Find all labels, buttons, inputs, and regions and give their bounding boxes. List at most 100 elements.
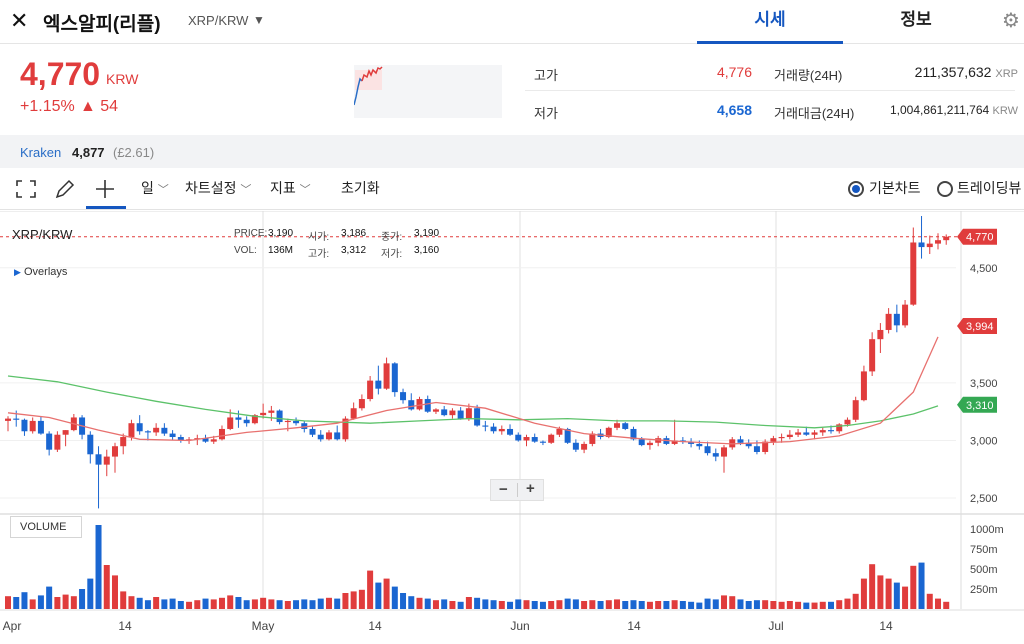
candle-body bbox=[309, 428, 316, 435]
volume-bar bbox=[29, 599, 36, 609]
volume-bar bbox=[103, 565, 110, 609]
chart-symbol: XRP/KRW bbox=[12, 227, 73, 242]
candle-body bbox=[539, 441, 546, 443]
candle-body bbox=[581, 443, 588, 450]
volume-bar bbox=[688, 601, 695, 609]
price-summary: 4,770 KRW +1.15% ▲ 54 고가 4,776 저가 4,658 … bbox=[0, 44, 1024, 134]
overlays-toggle[interactable]: ▶ Overlays bbox=[14, 266, 67, 278]
volume-bar bbox=[350, 591, 357, 609]
time-tick-label: Jul bbox=[768, 619, 783, 633]
volume-bar bbox=[161, 599, 168, 609]
candle-body bbox=[795, 432, 802, 435]
volume-bar bbox=[910, 565, 917, 609]
zoom-out-button[interactable]: − bbox=[499, 481, 508, 498]
candle-body bbox=[712, 453, 719, 457]
volume-bar bbox=[482, 599, 489, 609]
candle-body bbox=[885, 313, 892, 330]
info-vol-value: 136M bbox=[268, 245, 294, 256]
basic-chart-radio[interactable] bbox=[848, 181, 864, 197]
tab-info[interactable]: 정보 bbox=[843, 0, 989, 44]
volume-bar bbox=[696, 602, 703, 609]
candle-body bbox=[482, 425, 489, 427]
candle-body bbox=[5, 418, 11, 421]
period-dropdown[interactable]: 일 ﹀ bbox=[141, 178, 169, 198]
xrp-logo-icon: ✕ bbox=[10, 8, 29, 33]
candle-body bbox=[910, 242, 917, 305]
exchange-price: 4,877 bbox=[72, 145, 105, 160]
candle-body bbox=[13, 418, 20, 420]
reset-button[interactable]: 초기화 bbox=[341, 178, 380, 198]
zoom-divider bbox=[517, 483, 518, 497]
volume-bar bbox=[62, 594, 69, 609]
candle-body bbox=[869, 339, 876, 372]
info-close-value: 3,190 bbox=[414, 228, 440, 239]
candle-body bbox=[753, 446, 760, 452]
candle-body bbox=[375, 380, 382, 389]
volume-bar bbox=[87, 578, 94, 609]
candle-body bbox=[893, 313, 900, 326]
volume-bar bbox=[679, 601, 686, 609]
volume-bar bbox=[646, 601, 653, 609]
exchange-name[interactable]: Kraken bbox=[20, 145, 61, 160]
candle-body bbox=[696, 443, 703, 447]
price-chart[interactable]: 4,770 3,994 3,310 4,500 3,500 3,000 2,500 1000… bbox=[0, 211, 1024, 644]
indicators-dropdown[interactable]: 지표 ﹀ bbox=[270, 178, 311, 198]
volume-bar bbox=[136, 597, 143, 609]
fullscreen-icon[interactable] bbox=[16, 180, 36, 198]
info-high-label: 고가: bbox=[308, 249, 330, 260]
candle-body bbox=[828, 430, 834, 432]
tab-price[interactable]: 시세 bbox=[697, 0, 843, 44]
tradingview-radio[interactable] bbox=[937, 181, 953, 197]
basic-chart-label[interactable]: 기본차트 bbox=[869, 178, 921, 198]
tradingview-label[interactable]: 트레이딩뷰 bbox=[957, 178, 1021, 198]
zoom-in-button[interactable]: + bbox=[526, 480, 535, 497]
chevron-down-icon: ﹀ bbox=[299, 184, 311, 196]
candle-body bbox=[548, 434, 555, 443]
volume-bar bbox=[630, 600, 637, 609]
volume-bar bbox=[638, 601, 645, 609]
price-tick-label: 2,500 bbox=[970, 493, 998, 505]
sparkline-chart bbox=[354, 65, 502, 118]
candle-body bbox=[424, 399, 431, 412]
volume-bar bbox=[235, 597, 242, 609]
candle-body bbox=[218, 428, 225, 440]
volume-bar bbox=[325, 597, 332, 609]
chart-area[interactable]: 4,770 3,994 3,310 4,500 3,500 3,000 2,500 1000… bbox=[0, 211, 1024, 644]
gear-icon[interactable]: ⚙ bbox=[1002, 8, 1020, 33]
caret-down-icon[interactable]: ▼ bbox=[253, 13, 265, 27]
volume-bar bbox=[852, 593, 859, 609]
price-marker-label: 3,994 bbox=[966, 321, 994, 333]
candle-body bbox=[704, 446, 711, 454]
volume-tick-label: 1000m bbox=[970, 524, 1004, 536]
stat-divider bbox=[525, 90, 1015, 91]
volume-24h-label: 거래량(24H) bbox=[774, 68, 843, 83]
volume-bar bbox=[786, 601, 793, 609]
volume-bar bbox=[770, 601, 777, 609]
time-tick-label: May bbox=[252, 619, 275, 633]
candle-body bbox=[449, 410, 456, 416]
volume-bar bbox=[556, 600, 563, 609]
chart-settings-dropdown[interactable]: 차트설정 ﹀ bbox=[185, 178, 251, 198]
candle-body bbox=[235, 417, 242, 420]
volume-tick-label: 250m bbox=[970, 584, 998, 596]
candle-body bbox=[877, 329, 884, 340]
volume-bar bbox=[70, 596, 77, 609]
candle-body bbox=[54, 434, 61, 450]
volume-bar bbox=[169, 598, 176, 609]
high-value: 4,776 bbox=[716, 64, 752, 80]
candle-body bbox=[144, 431, 151, 433]
candle-body bbox=[350, 408, 357, 419]
volume-bar bbox=[564, 598, 571, 609]
draw-pencil-icon[interactable] bbox=[54, 178, 76, 200]
volume-bar bbox=[531, 601, 538, 609]
info-close-label: 종가: bbox=[381, 232, 403, 243]
crosshair-icon[interactable] bbox=[94, 178, 116, 200]
volume-bar bbox=[934, 598, 941, 609]
volume-bar bbox=[819, 601, 826, 609]
candle-body bbox=[358, 399, 365, 409]
volume-bar bbox=[95, 525, 102, 609]
volume-bar bbox=[441, 599, 448, 609]
candle-body bbox=[111, 446, 118, 457]
candle-body bbox=[638, 439, 645, 446]
volume-bar bbox=[293, 600, 300, 609]
